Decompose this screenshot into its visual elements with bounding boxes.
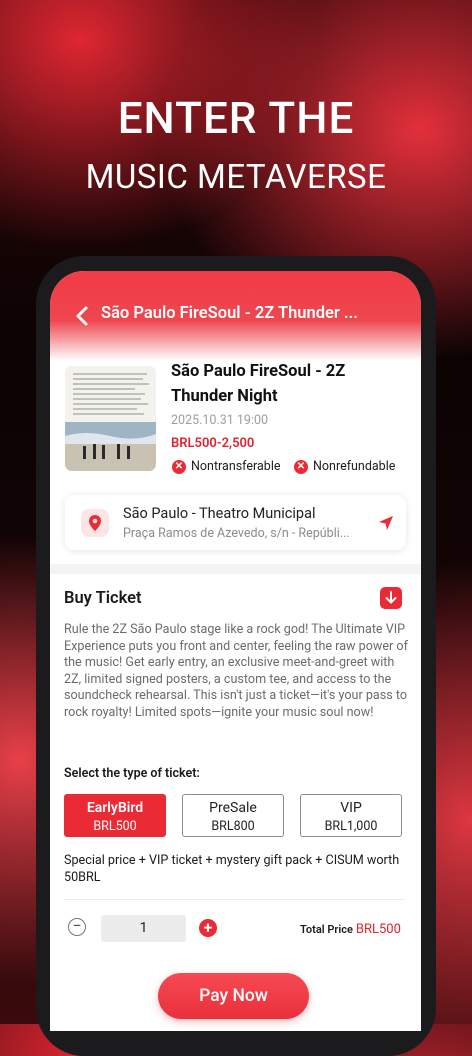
buy-ticket-title: Buy Ticket [64, 589, 142, 608]
ticket-option-earlybird[interactable]: EarlyBird BRL500 [64, 794, 166, 837]
tag-nonrefundable: ✕ Nonrefundable [294, 459, 395, 474]
option-name: VIP [340, 800, 362, 816]
event-thumbnail[interactable] [65, 366, 156, 471]
down-arrow-icon [385, 591, 397, 604]
option-name: PreSale [209, 800, 257, 816]
increase-quantity-button[interactable]: + [199, 919, 217, 937]
section-divider [50, 564, 421, 574]
back-arrow-icon[interactable] [72, 305, 94, 327]
location-address: Praça Ramos de Azevedo, s/n - Repúbli... [123, 526, 350, 541]
option-price: BRL500 [93, 819, 137, 834]
location-name: São Paulo - Theatro Municipal [123, 505, 316, 522]
app-screen: São Paulo FireSoul - 2Z Thunder ... São … [50, 271, 421, 1031]
total-price: Total Price BRL500 [300, 922, 401, 937]
location-pin-icon [81, 509, 109, 537]
decrease-quantity-button[interactable]: − [68, 918, 86, 936]
ticket-option-vip[interactable]: VIP BRL1,000 [300, 794, 402, 837]
total-value: BRL500 [355, 922, 401, 937]
collapse-button[interactable] [380, 587, 402, 609]
event-title: São Paulo FireSoul - 2Z Thunder Night [171, 362, 346, 406]
app-header: São Paulo FireSoul - 2Z Thunder ... [50, 271, 421, 361]
navigate-arrow-icon[interactable] [378, 515, 394, 531]
ticket-description: Rule the 2Z São Paulo stage like a rock … [64, 622, 408, 720]
ticket-type-label: Select the type of ticket: [64, 766, 200, 781]
option-details: Special price + VIP ticket + mystery gif… [64, 853, 400, 885]
event-price-range: BRL500-2,500 [171, 436, 255, 451]
divider [64, 899, 404, 900]
tag-label: Nonrefundable [313, 459, 396, 474]
option-price: BRL800 [211, 819, 255, 834]
hero-title: ENTER THE [117, 92, 355, 144]
event-datetime: 2025.10.31 19:00 [171, 413, 269, 428]
option-name: EarlyBird [86, 800, 144, 816]
ticket-option-presale[interactable]: PreSale BRL800 [182, 794, 284, 837]
location-card[interactable]: São Paulo - Theatro Municipal Praça Ramo… [65, 495, 406, 550]
pay-now-button[interactable]: Pay Now [158, 973, 309, 1019]
quantity-field[interactable]: 1 [101, 915, 186, 942]
hero-subtitle: MUSIC METAVERSE [85, 158, 387, 197]
x-circle-icon: ✕ [294, 459, 308, 474]
tag-nontransferable: ✕ Nontransferable [172, 459, 281, 474]
header-title: São Paulo FireSoul - 2Z Thunder ... [101, 304, 358, 323]
tag-label: Nontransferable [191, 459, 281, 474]
option-price: BRL1,000 [324, 819, 378, 834]
x-circle-icon: ✕ [172, 459, 186, 474]
total-label: Total Price [300, 923, 353, 936]
